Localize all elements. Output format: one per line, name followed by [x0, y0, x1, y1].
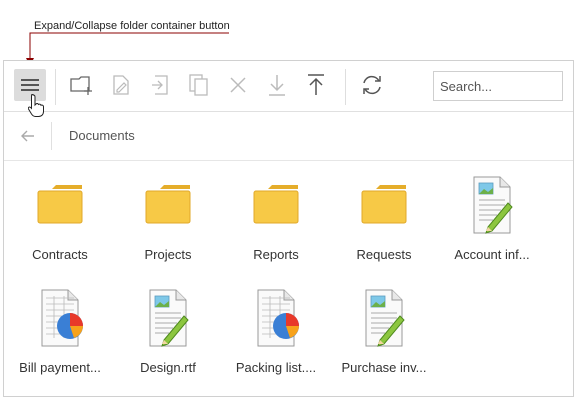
item-folder[interactable]: Projects	[118, 175, 218, 275]
item-label: Reports	[253, 247, 299, 262]
document-icon	[365, 289, 405, 347]
toolbar	[4, 61, 573, 112]
download-icon	[269, 75, 285, 96]
rename-icon	[113, 75, 129, 95]
item-document[interactable]: Account inf...	[442, 175, 542, 275]
item-label: Projects	[144, 247, 192, 262]
document-icon	[473, 176, 513, 234]
item-label: Packing list....	[235, 360, 317, 375]
refresh-icon	[363, 75, 381, 95]
folder-icon	[361, 185, 407, 224]
toolbar-separator	[55, 69, 56, 105]
folder-icon	[145, 185, 191, 224]
refresh-button[interactable]	[356, 69, 388, 101]
hand-cursor-icon	[28, 94, 44, 117]
breadcrumb-separator	[51, 122, 52, 150]
copy-icon	[189, 74, 208, 96]
move-button[interactable]	[144, 69, 176, 101]
item-label: Account inf...	[454, 247, 530, 262]
hamburger-icon	[21, 79, 39, 91]
rename-button[interactable]	[105, 69, 137, 101]
item-label: Contracts	[32, 247, 88, 262]
item-document[interactable]: Purchase inv...	[334, 288, 434, 388]
folder-icon	[37, 185, 83, 224]
item-label: Design.rtf	[140, 360, 196, 375]
item-spreadsheet[interactable]: Packing list....	[226, 288, 326, 388]
new-folder-button[interactable]	[66, 69, 98, 101]
download-button[interactable]	[261, 69, 293, 101]
item-folder[interactable]: Contracts	[10, 175, 110, 275]
document-icon	[149, 289, 189, 347]
upload-icon	[308, 74, 324, 95]
upload-button[interactable]	[300, 69, 332, 101]
copy-button[interactable]	[183, 69, 215, 101]
item-folder[interactable]: Requests	[334, 175, 434, 275]
spreadsheet-icon	[257, 289, 299, 347]
breadcrumb-current[interactable]: Documents	[69, 128, 135, 143]
breadcrumb-bar: Documents	[4, 112, 573, 161]
item-label: Bill payment...	[19, 360, 101, 375]
items-view: Contracts Projects Reports Requests Acco…	[4, 161, 573, 397]
item-folder[interactable]: Reports	[226, 175, 326, 275]
item-label: Purchase inv...	[341, 360, 427, 375]
item-spreadsheet[interactable]: Bill payment...	[10, 288, 110, 388]
new-folder-icon	[70, 76, 92, 95]
back-arrow-icon[interactable]	[18, 126, 38, 146]
toolbar-separator	[345, 69, 346, 105]
item-document[interactable]: Design.rtf	[118, 288, 218, 388]
item-label: Requests	[356, 247, 412, 262]
delete-button[interactable]	[222, 69, 254, 101]
callout-text: Expand/Collapse folder container button	[34, 20, 230, 32]
spreadsheet-icon	[41, 289, 83, 347]
move-icon	[152, 75, 168, 95]
folder-icon	[253, 185, 299, 224]
search-input[interactable]	[433, 71, 563, 101]
file-manager: Documents Contracts Projects Reports	[3, 60, 574, 397]
delete-icon	[230, 77, 246, 93]
